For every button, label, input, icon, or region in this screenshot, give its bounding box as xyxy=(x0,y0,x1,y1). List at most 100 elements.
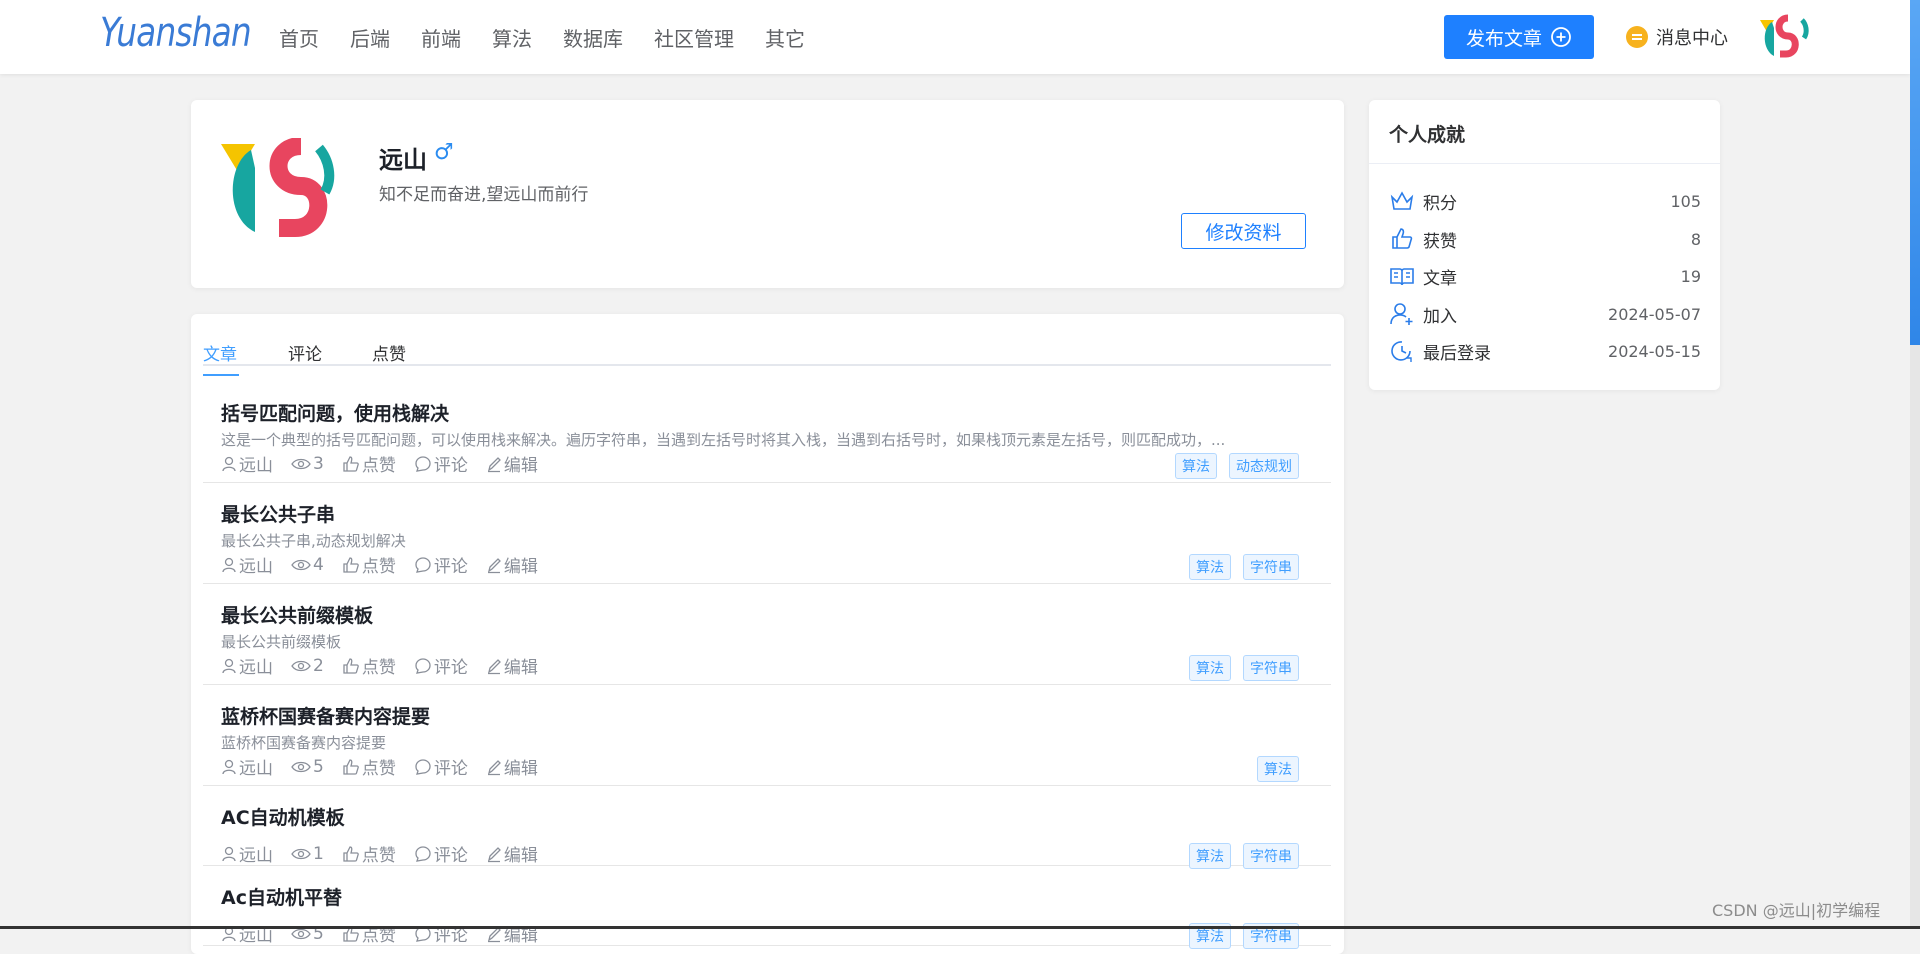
like-label: 点赞 xyxy=(361,926,396,946)
article-item[interactable]: AC自动机模板 远山 1 点赞 评论 编辑 算法 字符串 xyxy=(203,785,1331,869)
profile-card: 远山 ♂ 知不足而奋进,望远山而前行 修改资料 xyxy=(191,100,1344,288)
article-title[interactable]: 蓝桥杯国赛备赛内容提要 xyxy=(221,702,430,729)
thumbs-up-icon xyxy=(343,556,359,573)
views: 2 xyxy=(291,656,324,676)
author[interactable]: 远山 xyxy=(221,552,273,577)
nav-item-home[interactable]: 首页 xyxy=(279,23,319,52)
nav-item-frontend[interactable]: 前端 xyxy=(421,23,461,52)
message-center-link[interactable]: 消息中心 xyxy=(1626,24,1728,50)
edit-button[interactable]: 编辑 xyxy=(486,841,538,866)
achievement-value: 2024-05-07 xyxy=(1608,304,1701,324)
comment-label: 评论 xyxy=(433,759,468,779)
comment-label: 评论 xyxy=(433,926,468,946)
article-title[interactable]: AC自动机模板 xyxy=(221,803,345,830)
author-name: 远山 xyxy=(239,557,273,577)
edit-button[interactable]: 编辑 xyxy=(486,451,538,476)
article-meta: 远山 1 点赞 评论 编辑 xyxy=(221,841,556,866)
message-center-label: 消息中心 xyxy=(1656,28,1728,49)
article-title[interactable]: 最长公共前缀模板 xyxy=(221,601,373,628)
pencil-icon xyxy=(487,759,501,775)
article-meta: 远山 5 点赞 评论 编辑 xyxy=(221,754,556,779)
author[interactable]: 远山 xyxy=(221,754,273,779)
article-item[interactable]: Ac自动机平替 远山 5 点赞 评论 编辑 算法 字符串 xyxy=(203,865,1331,949)
article-meta: 远山 4 点赞 评论 编辑 xyxy=(221,552,556,577)
pencil-icon xyxy=(487,456,501,472)
author[interactable]: 远山 xyxy=(221,921,273,946)
nav-item-algorithm[interactable]: 算法 xyxy=(492,23,532,52)
article-item[interactable]: 括号匹配问题，使用栈解决 这是一个典型的括号匹配问题，可以使用栈来解决。遍历字符… xyxy=(203,381,1331,483)
article-tag[interactable]: 算法 xyxy=(1257,756,1299,782)
comment-button[interactable]: 评论 xyxy=(414,754,468,779)
eye-icon xyxy=(291,458,311,469)
achievement-label: 加入 xyxy=(1423,306,1457,327)
article-item[interactable]: 最长公共前缀模板 最长公共前缀模板 远山 2 点赞 评论 编辑 算法 字符串 xyxy=(203,583,1331,685)
view-count: 5 xyxy=(313,756,324,777)
like-button[interactable]: 点赞 xyxy=(342,754,396,779)
achievements-card: 个人成就 积分 105 获赞 8 文章 19 加入 2024-05-07 最后登… xyxy=(1369,100,1720,390)
author[interactable]: 远山 xyxy=(221,841,273,866)
view-count: 2 xyxy=(313,655,324,676)
edit-label: 编辑 xyxy=(503,846,538,866)
comment-icon xyxy=(415,657,431,674)
comment-icon xyxy=(415,455,431,472)
edit-profile-button[interactable]: 修改资料 xyxy=(1181,213,1306,249)
comment-button[interactable]: 评论 xyxy=(414,921,468,946)
user-avatar[interactable] xyxy=(1758,14,1812,60)
article-title[interactable]: 最长公共子串 xyxy=(221,500,335,527)
article-item[interactable]: 蓝桥杯国赛备赛内容提要 蓝桥杯国赛备赛内容提要 远山 5 点赞 评论 编辑 算法 xyxy=(203,684,1331,786)
publish-article-button[interactable]: 发布文章 xyxy=(1444,15,1594,59)
view-count: 3 xyxy=(313,453,324,474)
profile-avatar xyxy=(221,138,335,237)
nav-item-backend[interactable]: 后端 xyxy=(350,23,390,52)
article-tag[interactable]: 动态规划 xyxy=(1229,453,1299,479)
like-button[interactable]: 点赞 xyxy=(342,921,396,946)
article-tag[interactable]: 算法 xyxy=(1175,453,1217,479)
article-summary: 这是一个典型的括号匹配问题，可以使用栈来解决。遍历字符串，当遇到左括号时将其入栈… xyxy=(221,431,1226,449)
article-meta: 远山 5 点赞 评论 编辑 xyxy=(221,921,556,946)
article-title[interactable]: 括号匹配问题，使用栈解决 xyxy=(221,399,449,426)
article-tag[interactable]: 算法 xyxy=(1189,655,1231,681)
profile-bio: 知不足而奋进,望远山而前行 xyxy=(379,185,589,205)
comment-button[interactable]: 评论 xyxy=(414,451,468,476)
like-button[interactable]: 点赞 xyxy=(342,552,396,577)
article-tag[interactable]: 算法 xyxy=(1189,554,1231,580)
article-tags: 算法 xyxy=(1257,756,1299,782)
tab-likes[interactable]: 点赞 xyxy=(372,340,406,365)
article-title[interactable]: Ac自动机平替 xyxy=(221,883,342,910)
article-tag[interactable]: 字符串 xyxy=(1243,554,1299,580)
edit-button[interactable]: 编辑 xyxy=(486,754,538,779)
edit-button[interactable]: 编辑 xyxy=(486,653,538,678)
article-item[interactable]: 最长公共子串 最长公共子串,动态规划解决 远山 4 点赞 评论 编辑 算法 字符… xyxy=(203,482,1331,584)
thumbs-up-icon xyxy=(1392,228,1413,249)
like-label: 点赞 xyxy=(361,846,396,866)
comment-button[interactable]: 评论 xyxy=(414,841,468,866)
like-button[interactable]: 点赞 xyxy=(342,653,396,678)
achievement-articles: 文章 19 xyxy=(1389,263,1701,289)
like-button[interactable]: 点赞 xyxy=(342,841,396,866)
tab-articles[interactable]: 文章 xyxy=(203,340,237,365)
achievement-value: 8 xyxy=(1690,229,1701,249)
edit-label: 编辑 xyxy=(503,557,538,577)
author[interactable]: 远山 xyxy=(221,451,273,476)
article-summary: 最长公共前缀模板 xyxy=(221,633,342,651)
article-tag[interactable]: 字符串 xyxy=(1243,655,1299,681)
author-name: 远山 xyxy=(239,658,273,678)
user-icon xyxy=(222,557,236,572)
nav-item-database[interactable]: 数据库 xyxy=(563,23,623,52)
comment-button[interactable]: 评论 xyxy=(414,653,468,678)
like-button[interactable]: 点赞 xyxy=(342,451,396,476)
main-nav: 首页 后端 前端 算法 数据库 社区管理 其它 xyxy=(279,0,836,74)
author-name: 远山 xyxy=(239,759,273,779)
page-scrollbar-thumb[interactable] xyxy=(1910,0,1920,345)
comment-button[interactable]: 评论 xyxy=(414,552,468,577)
tab-comments[interactable]: 评论 xyxy=(288,340,322,365)
user-icon xyxy=(222,759,236,774)
clock-icon xyxy=(1391,341,1412,362)
edit-button[interactable]: 编辑 xyxy=(486,921,538,946)
edit-button[interactable]: 编辑 xyxy=(486,552,538,577)
nav-item-community[interactable]: 社区管理 xyxy=(654,23,734,52)
nav-item-other[interactable]: 其它 xyxy=(765,23,805,52)
site-logo[interactable]: Yuanshan xyxy=(100,10,252,56)
author[interactable]: 远山 xyxy=(221,653,273,678)
eye-icon xyxy=(291,848,311,859)
